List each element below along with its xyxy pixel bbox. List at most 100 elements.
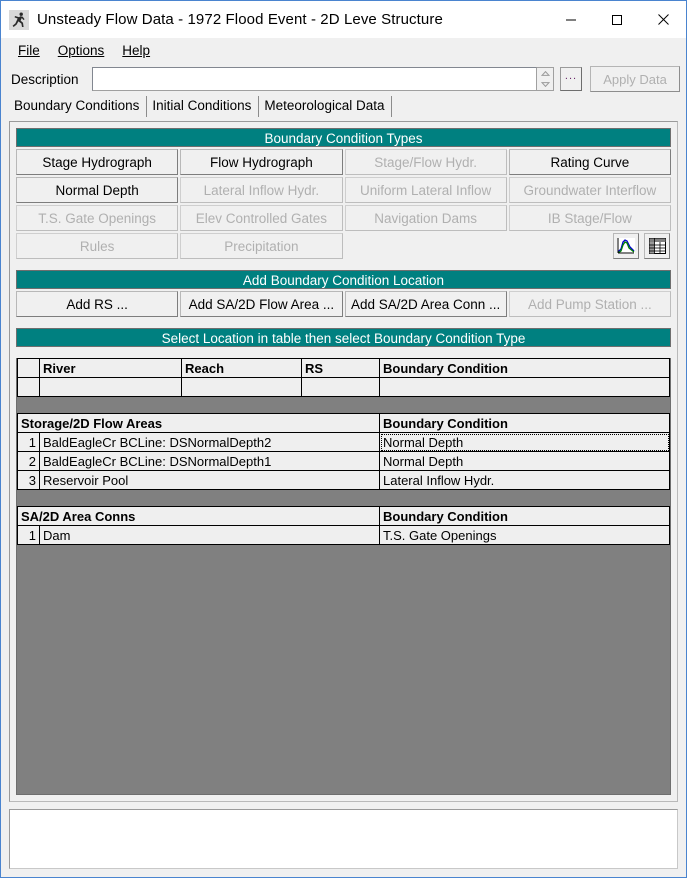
add-pump-station-label: Add Pump Station ... — [528, 297, 652, 312]
bc-button-uniform-lateral-inflow-label: Uniform Lateral Inflow — [360, 183, 491, 198]
storage-row-bc[interactable]: Lateral Inflow Hydr. — [380, 471, 670, 490]
bc-button-navigation-dams[interactable]: Navigation Dams — [345, 205, 507, 231]
tab-meteorological-data[interactable]: Meteorological Data — [259, 96, 392, 117]
close-icon — [657, 13, 670, 26]
menu-item-file[interactable]: File — [9, 41, 49, 60]
description-spinner[interactable] — [537, 67, 554, 91]
tab-meteorological-data-label: Meteorological Data — [264, 98, 384, 113]
table-row[interactable] — [18, 378, 670, 397]
bc-button-rating-curve[interactable]: Rating Curve — [509, 149, 671, 175]
table-row[interactable]: 1 Dam T.S. Gate Openings — [18, 526, 670, 545]
table-section-spacer — [18, 490, 670, 507]
description-browse-label: ... — [565, 74, 577, 79]
location-table[interactable]: River Reach RS Boundary Condition — [16, 358, 671, 795]
tab-boundary-conditions[interactable]: Boundary Conditions — [9, 96, 147, 117]
bc-button-stage-hydrograph[interactable]: Stage Hydrograph — [16, 149, 178, 175]
bc-button-ts-gate-openings[interactable]: T.S. Gate Openings — [16, 205, 178, 231]
bc-button-elev-controlled-gates[interactable]: Elev Controlled Gates — [180, 205, 342, 231]
bc-button-normal-depth-label: Normal Depth — [55, 183, 138, 198]
river-column-header: River — [40, 359, 182, 378]
hydrograph-plot-icon — [617, 238, 635, 254]
add-pump-station-button[interactable]: Add Pump Station ... — [509, 291, 671, 317]
description-input[interactable] — [92, 67, 537, 91]
bc-button-lateral-inflow-hydr[interactable]: Lateral Inflow Hydr. — [180, 177, 342, 203]
reach-column-header: Reach — [182, 359, 302, 378]
tab-initial-conditions[interactable]: Initial Conditions — [147, 96, 259, 117]
add-sa-2d-area-conn-button[interactable]: Add SA/2D Area Conn ... — [345, 291, 507, 317]
minimize-button[interactable] — [548, 1, 594, 38]
apply-data-label: Apply Data — [603, 72, 667, 87]
boundary-conditions-panel: Boundary Condition Types Stage Hydrograp… — [9, 121, 678, 802]
river-row-river[interactable] — [40, 378, 182, 397]
table-header-row-river: River Reach RS Boundary Condition — [18, 359, 670, 378]
storage-bc-column-header: Boundary Condition — [380, 414, 670, 433]
window-controls — [548, 1, 686, 38]
bc-button-stage-flow-hydr[interactable]: Stage/Flow Hydr. — [345, 149, 507, 175]
conn-row-index: 1 — [18, 526, 40, 545]
bc-button-rules[interactable]: Rules — [16, 233, 178, 259]
add-rs-button[interactable]: Add RS ... — [16, 291, 178, 317]
table-row[interactable]: 1 BaldEagleCr BCLine: DSNormalDepth2 Nor… — [18, 433, 670, 452]
tab-boundary-conditions-label: Boundary Conditions — [14, 98, 139, 113]
bc-button-precipitation[interactable]: Precipitation — [180, 233, 342, 259]
storage-areas-column-header: Storage/2D Flow Areas — [18, 414, 380, 433]
table-row[interactable]: 2 BaldEagleCr BCLine: DSNormalDepth1 Nor… — [18, 452, 670, 471]
bc-button-flow-hydrograph-label: Flow Hydrograph — [210, 155, 313, 170]
tab-strip: Boundary Conditions Initial Conditions M… — [1, 95, 686, 117]
storage-row-name[interactable]: Reservoir Pool — [40, 471, 380, 490]
bc-button-navigation-dams-label: Navigation Dams — [374, 211, 477, 226]
close-button[interactable] — [640, 1, 686, 38]
add-sa-2d-area-conn-label: Add SA/2D Area Conn ... — [351, 297, 500, 312]
title-bar: Unsteady Flow Data - 1972 Flood Event - … — [1, 1, 686, 38]
tab-initial-conditions-label: Initial Conditions — [152, 98, 251, 113]
table-empty-area[interactable] — [17, 545, 670, 794]
message-box[interactable] — [9, 809, 678, 869]
bc-button-stage-flow-hydr-label: Stage/Flow Hydr. — [374, 155, 477, 170]
add-location-header: Add Boundary Condition Location — [16, 270, 671, 289]
bc-button-lateral-inflow-hydr-label: Lateral Inflow Hydr. — [204, 183, 320, 198]
spinner-down-icon — [541, 82, 550, 87]
storage-row-name[interactable]: BaldEagleCr BCLine: DSNormalDepth2 — [40, 433, 380, 452]
storage-row-bc[interactable]: Normal Depth — [380, 452, 670, 471]
bc-button-ib-stage-flow[interactable]: IB Stage/Flow — [509, 205, 671, 231]
storage-row-bc[interactable]: Normal Depth — [380, 433, 670, 452]
maximize-button[interactable] — [594, 1, 640, 38]
hydrograph-plot-button[interactable] — [613, 233, 639, 259]
bc-button-uniform-lateral-inflow[interactable]: Uniform Lateral Inflow — [345, 177, 507, 203]
bc-button-elev-controlled-gates-label: Elev Controlled Gates — [196, 211, 327, 226]
conn-bc-column-header: Boundary Condition — [380, 507, 670, 526]
bc-button-groundwater-interflow[interactable]: Groundwater Interflow — [509, 177, 671, 203]
river-row-bc[interactable] — [380, 378, 670, 397]
bc-button-ts-gate-openings-label: T.S. Gate Openings — [38, 211, 156, 226]
conn-row-name[interactable]: Dam — [40, 526, 380, 545]
bc-button-rules-label: Rules — [80, 239, 115, 254]
river-row-reach[interactable] — [182, 378, 302, 397]
hec-ras-running-man-icon — [9, 10, 29, 30]
menu-item-options-label: Options — [58, 43, 105, 58]
bc-button-groundwater-interflow-label: Groundwater Interflow — [523, 183, 656, 198]
bc-button-normal-depth[interactable]: Normal Depth — [16, 177, 178, 203]
rs-column-header: RS — [302, 359, 380, 378]
river-row-rs[interactable] — [302, 378, 380, 397]
bc-types-header: Boundary Condition Types — [16, 128, 671, 147]
table-row[interactable]: 3 Reservoir Pool Lateral Inflow Hydr. — [18, 471, 670, 490]
data-table-button[interactable] — [644, 233, 670, 259]
location-grid: River Reach RS Boundary Condition — [17, 358, 670, 545]
conn-row-bc[interactable]: T.S. Gate Openings — [380, 526, 670, 545]
apply-data-button[interactable]: Apply Data — [590, 66, 680, 92]
bc-button-stage-hydrograph-label: Stage Hydrograph — [42, 155, 152, 170]
menu-item-help[interactable]: Help — [113, 41, 159, 60]
river-bc-column-header: Boundary Condition — [380, 359, 670, 378]
table-section-spacer — [18, 397, 670, 414]
storage-row-name[interactable]: BaldEagleCr BCLine: DSNormalDepth1 — [40, 452, 380, 471]
menu-item-options[interactable]: Options — [49, 41, 114, 60]
bc-icon-button-row — [509, 233, 671, 259]
river-row-index — [18, 378, 40, 397]
bc-button-flow-hydrograph[interactable]: Flow Hydrograph — [180, 149, 342, 175]
add-sa-2d-flow-area-label: Add SA/2D Flow Area ... — [189, 297, 335, 312]
spinner-up-icon — [541, 71, 550, 76]
maximize-icon — [611, 14, 623, 26]
description-browse-button[interactable]: ... — [560, 67, 582, 91]
add-sa-2d-flow-area-button[interactable]: Add SA/2D Flow Area ... — [180, 291, 342, 317]
bc-button-ib-stage-flow-label: IB Stage/Flow — [548, 211, 632, 226]
